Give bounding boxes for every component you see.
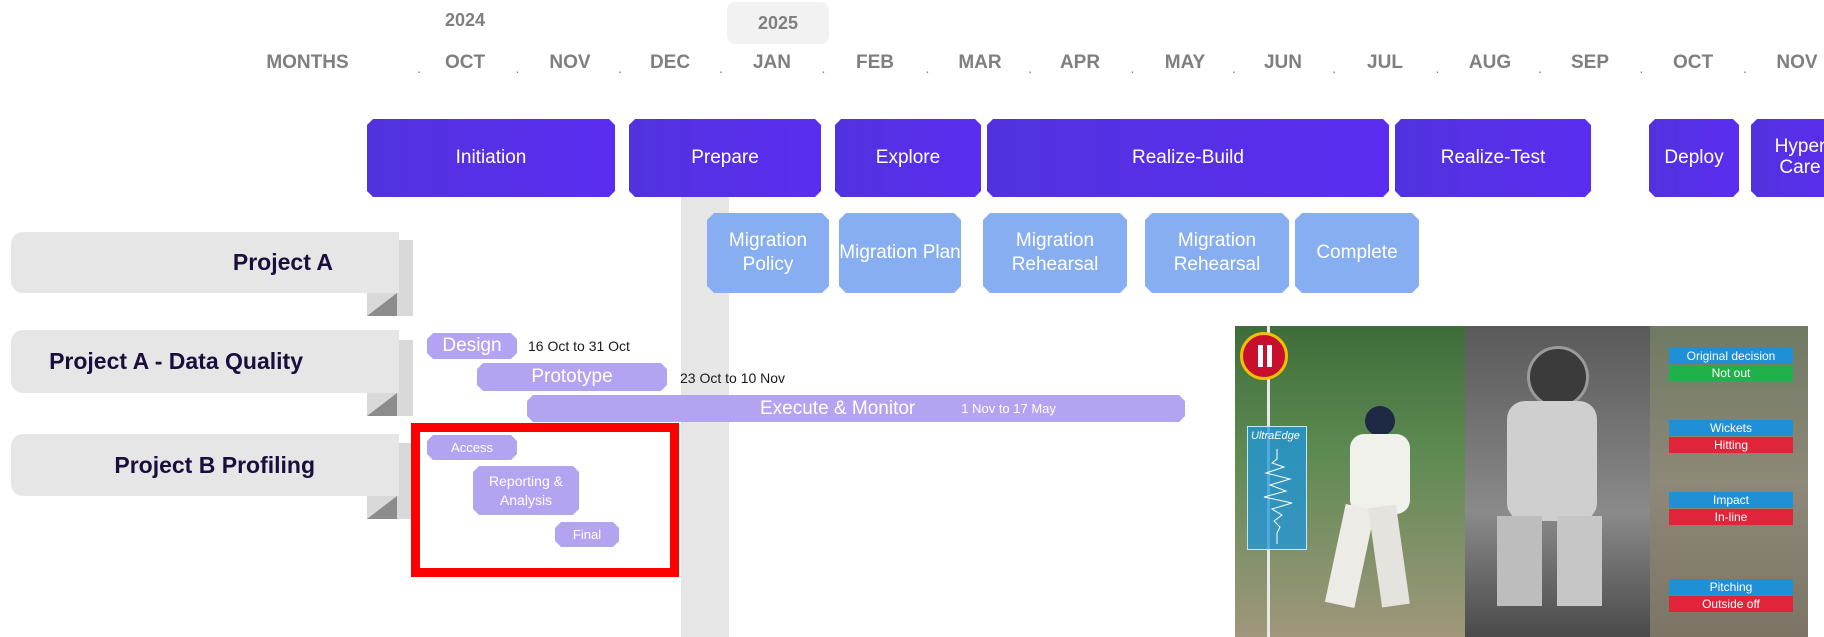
month-label: JUL	[1367, 52, 1403, 73]
month-label: FEB	[856, 52, 894, 73]
year-label-2025: 2025	[727, 2, 829, 44]
subphase-complete: Complete	[1295, 213, 1419, 293]
project-a-label: Project A	[11, 232, 399, 293]
task-reporting-analysis: Reporting & Analysis	[473, 466, 579, 515]
project-a-fold-corner	[367, 293, 397, 316]
broadcaster-logo	[1240, 332, 1288, 380]
month-separator: .	[1130, 60, 1135, 76]
task-access: Access	[427, 435, 517, 460]
month-separator: .	[1028, 60, 1032, 76]
task-execute-monitor: Execute & Monitor 1 Nov to 17 May	[527, 395, 1185, 422]
month-separator: .	[1232, 60, 1236, 76]
phase-realize-build: Realize-Build	[987, 119, 1389, 197]
phase-explore: Explore	[835, 119, 981, 197]
phase-prepare: Prepare	[629, 119, 821, 197]
task-final: Final	[555, 522, 619, 547]
phase-deploy: Deploy	[1649, 119, 1739, 197]
task-design: Design	[427, 333, 517, 359]
phase-realize-test: Realize-Test	[1395, 119, 1591, 197]
month-separator: .	[515, 60, 520, 76]
month-separator: .	[618, 60, 622, 76]
month-separator: .	[1538, 60, 1542, 76]
task-design-dates: 16 Oct to 31 Oct	[528, 338, 630, 354]
month-separator: .	[1743, 60, 1747, 76]
decision-value: Not out	[1669, 365, 1793, 381]
ultraedge-panel: UltraEdge	[1247, 426, 1307, 550]
subphase-migration-plan: Migration Plan	[839, 213, 961, 293]
decision-value: In-line	[1669, 509, 1793, 525]
month-label: MAR	[958, 52, 1002, 73]
month-label: JAN	[752, 52, 791, 73]
phase-initiation: Initiation	[367, 119, 615, 197]
month-label: AUG	[1468, 52, 1512, 73]
year-label-2024: 2024	[444, 10, 486, 30]
decision-value: Hitting	[1669, 437, 1793, 453]
decision-label: Impact	[1669, 492, 1793, 508]
decision-label: Pitching	[1669, 579, 1793, 595]
ultraedge-label: UltraEdge	[1251, 430, 1300, 442]
months-header-label: MONTHS	[266, 52, 349, 73]
ultraedge-waveform	[1263, 449, 1293, 544]
month-label: APR	[1059, 52, 1101, 73]
month-label: DEC	[649, 52, 691, 73]
month-label: NOV	[549, 52, 591, 73]
decision-label: Original decision	[1669, 348, 1793, 364]
month-separator: .	[719, 60, 723, 76]
project-b-fold-corner	[367, 496, 397, 519]
month-separator: .	[1639, 60, 1644, 76]
decision-label: Wickets	[1669, 420, 1793, 436]
subphase-migration-rehearsal-2: Migration Rehearsal	[1145, 213, 1289, 293]
ball-tracking-image: UltraEdge Original decision Not out Wicket…	[1235, 326, 1808, 637]
subphase-migration-policy: Migration Policy	[707, 213, 829, 293]
month-label: SEP	[1570, 52, 1610, 73]
task-execute-monitor-label: Execute & Monitor	[760, 397, 916, 419]
phase-hyper-care: Hyper Care	[1751, 119, 1824, 197]
project-a-dq-fold-corner	[367, 393, 397, 416]
task-execute-monitor-dates: 1 Nov to 17 May	[961, 401, 1056, 416]
month-label: OCT	[444, 52, 486, 73]
month-separator: .	[1435, 60, 1440, 76]
subphase-migration-rehearsal-1: Migration Rehearsal	[983, 213, 1127, 293]
month-separator: .	[821, 60, 826, 76]
month-label: MAY	[1164, 52, 1206, 73]
month-label: NOV	[1776, 52, 1818, 73]
project-a-data-quality-label: Project A - Data Quality	[11, 330, 399, 393]
decision-value: Outside off	[1669, 596, 1793, 612]
task-prototype: Prototype	[477, 363, 667, 391]
month-separator: .	[1332, 60, 1336, 76]
batsman-figure	[1324, 406, 1415, 609]
month-separator: .	[417, 60, 421, 76]
batsman-closeup	[1497, 346, 1607, 606]
task-prototype-dates: 23 Oct to 10 Nov	[680, 370, 786, 386]
month-label: JUN	[1263, 52, 1302, 73]
project-b-profiling-label: Project B Profiling	[11, 434, 399, 496]
month-label: OCT	[1672, 52, 1714, 73]
month-separator: .	[925, 60, 930, 76]
